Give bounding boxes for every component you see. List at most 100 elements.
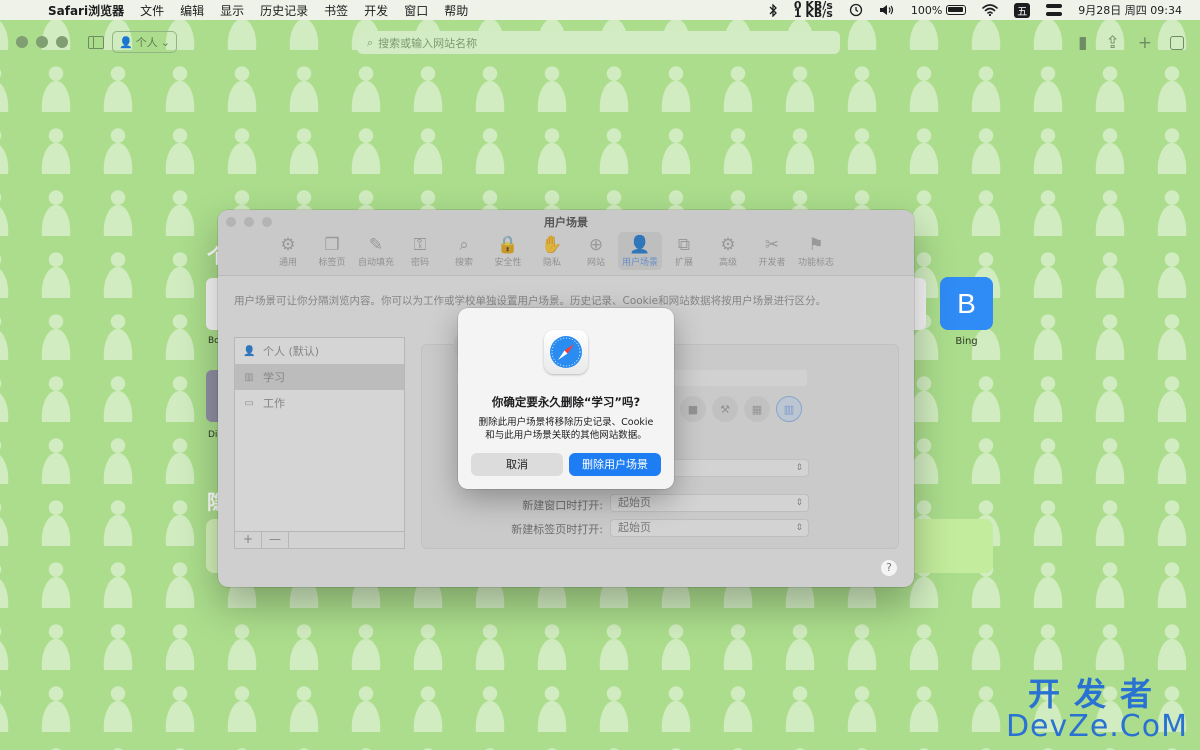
sidebar-toggle-icon[interactable] xyxy=(88,35,104,49)
new-tab-label: 新建标签页时打开: xyxy=(511,523,603,536)
remove-profile-button[interactable]: — xyxy=(262,532,289,548)
tab-label: 密码 xyxy=(410,258,429,268)
new-tab-select[interactable]: 起始页 ⇕ xyxy=(610,519,809,537)
menu-app-safari[interactable]: Safari浏览器 xyxy=(40,2,132,19)
time-machine-icon[interactable] xyxy=(841,3,871,17)
tab-search[interactable]: ⌕ 搜索 xyxy=(442,232,486,270)
chart-icon[interactable]: ▥ xyxy=(776,396,802,422)
add-profile-button[interactable]: + xyxy=(235,532,262,548)
tab-websites[interactable]: ⊕ 网站 xyxy=(574,232,618,270)
profiles-description: 用户场景可让你分隔浏览内容。你可以为工作或学校单独设置用户场景。历史记录、Coo… xyxy=(234,295,827,307)
tab-feature-flags[interactable]: ⚑ 功能标志 xyxy=(794,232,838,270)
new-window-value: 起始页 xyxy=(618,496,651,509)
bluetooth-icon[interactable] xyxy=(760,3,786,17)
tab-advanced[interactable]: ⚙ 高级 xyxy=(706,232,750,270)
chevron-updown-icon: ⇕ xyxy=(795,523,803,533)
profile-item-label: 个人 (默认) xyxy=(263,345,320,358)
tab-autofill[interactable]: ✎ 自动填充 xyxy=(354,232,398,270)
watermark-cn: 开发者 xyxy=(1027,675,1166,713)
menu-history[interactable]: 历史记录 xyxy=(252,2,316,19)
tab-label: 功能标志 xyxy=(797,258,834,268)
gears-icon: ⚙ xyxy=(720,235,736,255)
tab-extensions[interactable]: ⧉ 扩展 xyxy=(662,232,706,270)
tab-passwords[interactable]: ⚿ 密码 xyxy=(398,232,442,270)
safari-toolbar: 👤 个人 ⌄ ⌕ 搜索或输入网站名称 ▮ ⇪ + xyxy=(0,20,1200,64)
globe-icon: ⊕ xyxy=(588,235,604,255)
menu-view[interactable]: 显示 xyxy=(212,2,252,19)
input-method[interactable]: 五 xyxy=(1006,2,1038,18)
menu-window[interactable]: 窗口 xyxy=(396,2,436,19)
new-window-select[interactable]: 起始页 ⇕ xyxy=(610,494,809,512)
monitor-icon: ▭ xyxy=(244,397,254,409)
profile-item-label: 工作 xyxy=(263,397,285,410)
cancel-button[interactable]: 取消 xyxy=(471,453,563,476)
bing-favorite-tile[interactable]: B xyxy=(940,277,993,330)
menu-edit[interactable]: 编辑 xyxy=(172,2,212,19)
control-center-icon[interactable] xyxy=(1038,4,1070,16)
reader-icon[interactable]: ▮ xyxy=(1078,33,1087,53)
tab-developer[interactable]: ✂ 开发者 xyxy=(750,232,794,270)
help-button[interactable]: ? xyxy=(880,559,898,577)
battery-icon xyxy=(946,5,967,15)
hammer-icon[interactable]: ⚒ xyxy=(712,396,738,422)
network-speed[interactable]: 0 KB/s 1 KB/s xyxy=(786,0,841,19)
favorite-label-fragment: Di xyxy=(208,430,218,440)
menu-help[interactable]: 帮助 xyxy=(436,2,476,19)
zoom-window-button[interactable] xyxy=(56,36,68,48)
lock-icon: 🔒 xyxy=(497,235,519,255)
search-icon: ⌕ xyxy=(459,235,469,255)
tab-label: 自动填充 xyxy=(357,258,394,268)
volume-icon[interactable] xyxy=(871,4,903,16)
profile-item-label: 学习 xyxy=(263,371,285,384)
settings-title: 用户场景 xyxy=(544,216,588,229)
battery-status[interactable]: 100% xyxy=(903,4,974,17)
tab-overview-icon[interactable] xyxy=(1170,36,1184,50)
tab-label: 扩展 xyxy=(674,258,693,268)
menu-bookmarks[interactable]: 书签 xyxy=(316,2,356,19)
profile-switcher[interactable]: 👤 个人 ⌄ xyxy=(112,31,177,53)
tab-label: 搜索 xyxy=(454,258,473,268)
new-tab-icon[interactable]: + xyxy=(1138,33,1152,53)
input-method-icon: 五 xyxy=(1014,2,1031,18)
menu-develop[interactable]: 开发 xyxy=(356,2,396,19)
share-icon[interactable]: ⇪ xyxy=(1106,33,1120,53)
address-bar[interactable]: ⌕ 搜索或输入网站名称 xyxy=(357,31,840,54)
tab-profiles[interactable]: 👤 用户场景 xyxy=(618,232,662,270)
tab-label: 安全性 xyxy=(494,258,522,268)
tab-label: 用户场景 xyxy=(621,258,658,268)
tab-label: 网站 xyxy=(586,258,605,268)
profile-item-study[interactable]: ▥ 学习 xyxy=(235,364,404,390)
minimize-window-button[interactable] xyxy=(36,36,48,48)
delete-profile-button[interactable]: 删除用户场景 xyxy=(569,453,661,476)
tab-label: 通用 xyxy=(278,258,297,268)
tab-label: 开发者 xyxy=(758,258,786,268)
tab-general[interactable]: ⚙ 通用 xyxy=(266,232,310,270)
briefcase-icon[interactable]: ■ xyxy=(680,396,706,422)
person-icon: 👤 xyxy=(243,345,256,357)
tabs-icon: ❐ xyxy=(324,235,340,255)
tab-label: 标签页 xyxy=(318,258,346,268)
tab-label: 隐私 xyxy=(542,258,561,268)
profile-symbol-picker: ■ ⚒ ▦ ▥ xyxy=(680,396,802,422)
person-icon: 👤 xyxy=(629,235,651,255)
pencil-icon: ✎ xyxy=(368,235,384,255)
key-icon: ⚿ xyxy=(413,235,427,255)
close-window-button[interactable] xyxy=(16,36,28,48)
tools-icon: ✂ xyxy=(764,235,780,255)
tab-privacy[interactable]: ✋ 隐私 xyxy=(530,232,574,270)
tab-security[interactable]: 🔒 安全性 xyxy=(486,232,530,270)
profile-item-work[interactable]: ▭ 工作 xyxy=(235,390,404,416)
menu-file[interactable]: 文件 xyxy=(132,2,172,19)
clock[interactable]: 9月28日 周四 09:34 xyxy=(1070,2,1190,18)
tab-label: 高级 xyxy=(718,258,737,268)
wifi-icon[interactable] xyxy=(974,4,1006,16)
privacy-report-panel xyxy=(912,519,993,573)
watermark-en: DevZe.CoM xyxy=(1005,709,1188,744)
tab-tabs[interactable]: ❐ 标签页 xyxy=(310,232,354,270)
address-placeholder: 搜索或输入网站名称 xyxy=(378,36,478,50)
new-window-label: 新建窗口时打开: xyxy=(522,499,603,512)
search-icon: ⌕ xyxy=(367,35,374,49)
building-icon[interactable]: ▦ xyxy=(744,396,770,422)
profile-item-personal[interactable]: 👤 个人 (默认) xyxy=(235,338,404,364)
window-controls xyxy=(16,36,68,48)
